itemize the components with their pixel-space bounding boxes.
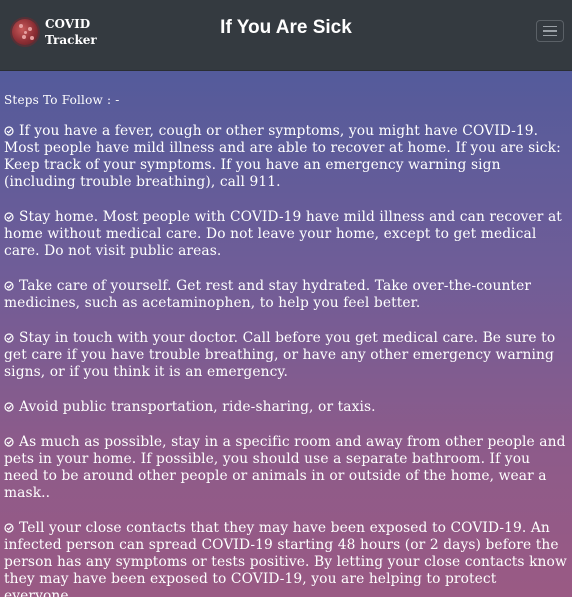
navbar-toggler-button[interactable] bbox=[536, 20, 564, 42]
steps-heading: Steps To Follow : - bbox=[4, 93, 120, 107]
step-text: As much as possible, stay in a specific … bbox=[4, 434, 566, 501]
main-content: Steps To Follow : - If you have a fever,… bbox=[0, 71, 572, 597]
page-title: If You Are Sick bbox=[220, 17, 352, 38]
hamburger-icon-line bbox=[543, 34, 557, 37]
step-item: Stay home. Most people with COVID-19 hav… bbox=[4, 209, 568, 260]
step-item: As much as possible, stay in a specific … bbox=[4, 434, 568, 502]
step-text: If you have a fever, cough or other symp… bbox=[4, 123, 561, 190]
hamburger-icon-line bbox=[543, 30, 557, 32]
check-circle-icon bbox=[4, 523, 14, 533]
hamburger-icon bbox=[543, 25, 557, 28]
step-text: Stay in touch with your doctor. Call bef… bbox=[4, 330, 556, 380]
step-item: Stay in touch with your doctor. Call bef… bbox=[4, 330, 568, 381]
check-circle-icon bbox=[4, 402, 14, 412]
check-circle-icon bbox=[4, 437, 14, 447]
step-item: Tell your close contacts that they may h… bbox=[4, 520, 568, 597]
step-item: Avoid public transportation, ride-sharin… bbox=[4, 399, 568, 416]
navbar: COVID Tracker If You Are Sick bbox=[0, 0, 572, 71]
check-circle-icon bbox=[4, 126, 14, 136]
step-text: Stay home. Most people with COVID-19 hav… bbox=[4, 209, 562, 259]
step-text: Take care of yourself. Get rest and stay… bbox=[4, 278, 532, 311]
step-text: Avoid public transportation, ride-sharin… bbox=[19, 399, 376, 415]
step-text: Tell your close contacts that they may h… bbox=[4, 520, 567, 597]
check-circle-icon bbox=[4, 212, 14, 222]
step-item: If you have a fever, cough or other symp… bbox=[4, 123, 568, 191]
step-item: Take care of yourself. Get rest and stay… bbox=[4, 278, 568, 312]
check-circle-icon bbox=[4, 333, 14, 343]
check-circle-icon bbox=[4, 281, 14, 291]
